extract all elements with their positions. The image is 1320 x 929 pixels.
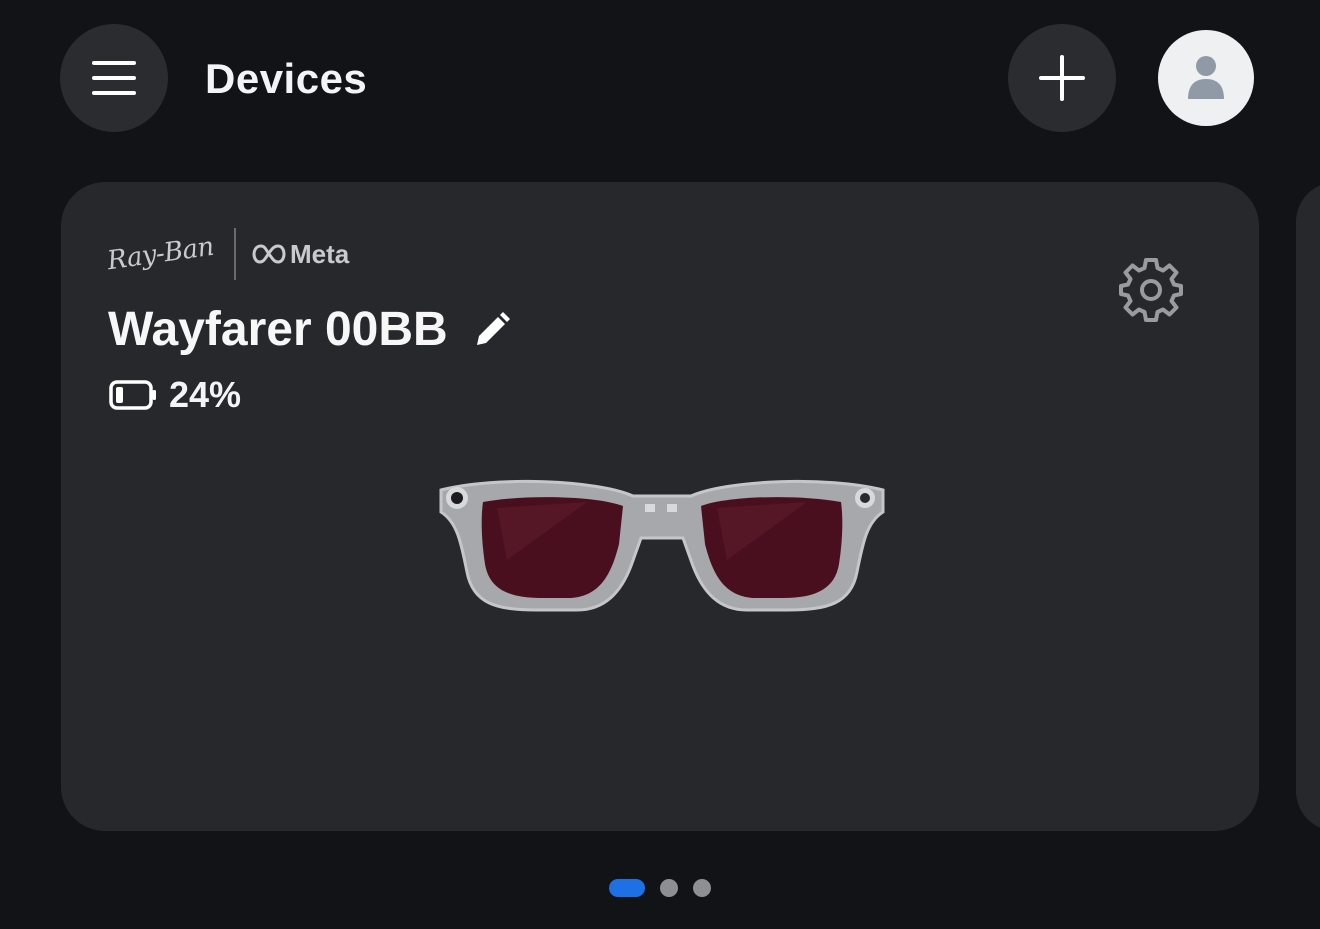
next-device-card-peek[interactable] <box>1296 182 1320 831</box>
pagination-dot[interactable] <box>693 879 711 897</box>
brand-logos: Ray-Ban Meta <box>105 226 349 282</box>
meta-logo: Meta <box>252 239 349 270</box>
meta-infinity-icon <box>252 244 286 264</box>
profile-avatar-button[interactable] <box>1158 30 1254 126</box>
battery-percentage: 24% <box>169 374 242 415</box>
carousel-pagination <box>609 879 726 897</box>
device-settings-button[interactable] <box>1113 252 1189 328</box>
rayban-logo: Ray-Ban <box>105 231 216 277</box>
device-card[interactable]: Ray-Ban Meta Wayfarer 00BB 24% <box>61 182 1259 831</box>
meta-logo-text: Meta <box>290 238 350 269</box>
battery-status: 24% <box>109 374 241 416</box>
pagination-dot[interactable] <box>660 879 678 897</box>
gear-icon <box>1119 258 1183 322</box>
pagination-dot-active[interactable] <box>609 879 645 897</box>
page-title: Devices <box>205 55 368 102</box>
device-name: Wayfarer 00BB <box>108 303 448 356</box>
devices-screen: Devices Ray-Ban Meta Wayfarer 00BB 24% <box>0 0 1320 929</box>
edit-name-button[interactable] <box>472 310 512 350</box>
person-icon <box>1188 56 1224 99</box>
brand-divider <box>234 228 236 280</box>
glasses-image <box>437 472 887 622</box>
menu-button[interactable] <box>60 24 168 132</box>
device-name-row: Wayfarer 00BB <box>108 300 512 360</box>
add-device-button[interactable] <box>1008 24 1116 132</box>
pencil-icon <box>476 312 510 345</box>
header: Devices <box>0 0 1320 160</box>
battery-low-icon <box>109 380 156 410</box>
hamburger-menu-icon <box>92 61 136 95</box>
plus-icon <box>1039 55 1085 101</box>
